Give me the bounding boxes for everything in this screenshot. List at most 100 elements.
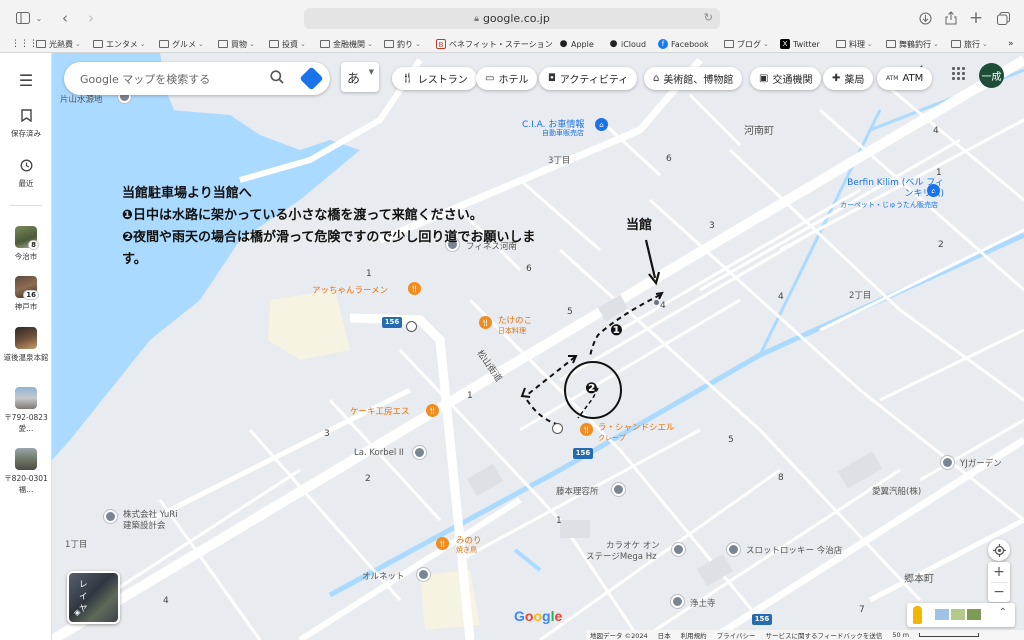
sidebar-toggle-icon[interactable]: [14, 8, 32, 28]
bookmark-folder[interactable]: 金融機関 ⌄: [320, 37, 373, 51]
back-icon[interactable]: ‹: [58, 8, 72, 28]
saved-button[interactable]: 保存済み: [0, 109, 52, 139]
menu-icon[interactable]: ☰: [0, 71, 52, 90]
bookmark-site[interactable]: X Twitter: [780, 37, 820, 51]
chip-transit[interactable]: ▣ 交通機関: [750, 67, 822, 90]
poi-name[interactable]: ケーキ工房エス: [350, 405, 410, 417]
poi-name[interactable]: 愛翼汽船(株): [872, 485, 921, 497]
poi-marker[interactable]: [671, 595, 684, 608]
restaurant-marker[interactable]: 🍴︎: [479, 316, 492, 329]
bus-stop-icon[interactable]: [552, 423, 563, 434]
bookmark-folder[interactable]: 舞鶴釣行 ⌄: [886, 37, 939, 51]
footer-country[interactable]: 日本: [658, 630, 671, 640]
poi-name[interactable]: 藤本理容所: [556, 485, 599, 497]
bookmark-site[interactable]: ● iCloud: [609, 37, 647, 51]
recent-place-dogo[interactable]: 道後温泉本館: [0, 327, 52, 363]
poi-name[interactable]: Berfin Kilim (ベル フィンキリム): [844, 178, 944, 200]
recent-place-kobe[interactable]: 16 神戸市: [0, 276, 52, 312]
poi-marker[interactable]: [612, 483, 625, 496]
bookmark-folder[interactable]: 旅行 ⌄: [951, 37, 988, 51]
imagery-thumb[interactable]: [935, 609, 949, 620]
chip-hotel[interactable]: ▭ ホテル: [476, 67, 538, 90]
poi-name[interactable]: オルネット: [362, 570, 405, 582]
cafe-marker[interactable]: 🍴︎: [426, 404, 439, 417]
poi-name[interactable]: アッちゃんラーメン: [312, 284, 388, 296]
expand-up-icon[interactable]: ⌃: [999, 607, 1007, 618]
bookmark-folder[interactable]: 買物 ⌄: [218, 37, 255, 51]
share-icon[interactable]: [943, 8, 959, 28]
download-icon[interactable]: [917, 8, 933, 28]
footer-terms[interactable]: 利用規約: [681, 630, 707, 640]
bookmarks-overflow-icon[interactable]: »: [1008, 37, 1014, 51]
bus-stop-icon[interactable]: [406, 321, 417, 332]
bookmarks-grid-icon[interactable]: ⋮⋮⋮: [11, 37, 38, 51]
chip-atm[interactable]: ATM ATM: [877, 67, 933, 90]
poi-name[interactable]: ラ・シャンドシエル: [598, 421, 675, 433]
search-icon[interactable]: [270, 70, 284, 88]
poi-name[interactable]: たけのこ: [498, 314, 532, 326]
recent-place-820[interactable]: 〒820-0301 福...: [0, 448, 52, 495]
restaurant-marker[interactable]: 🍴︎: [408, 282, 421, 295]
tab-overview-icon[interactable]: [995, 8, 1011, 28]
poi-name[interactable]: YJガーデン: [960, 457, 1002, 469]
poi-marker[interactable]: [941, 456, 954, 469]
scale-label[interactable]: 50 m: [892, 631, 909, 639]
poi-name[interactable]: スロットロッキー 今治店: [746, 544, 842, 556]
poi-name[interactable]: 浄土寺: [690, 597, 716, 609]
poi-marker[interactable]: [413, 446, 426, 459]
bookmark-folder[interactable]: ブログ ⌄: [724, 37, 769, 51]
forward-icon[interactable]: ›: [84, 8, 98, 28]
bookmark-folder[interactable]: 釣り ⌄: [384, 37, 421, 51]
bookmark-site[interactable]: B ベネフィット・ステーション: [436, 37, 553, 51]
search-input[interactable]: Google マップを検索する: [80, 71, 210, 87]
directions-icon[interactable]: [299, 66, 324, 91]
chip-restaurant[interactable]: 🍴︎ レストラン: [392, 67, 477, 90]
bookmark-site[interactable]: f Facebook: [658, 37, 709, 51]
chip-museum[interactable]: ⌂ 美術館、博物館: [644, 67, 743, 90]
place-thumbnail: 8: [15, 226, 39, 250]
bookmark-folder[interactable]: 光熱費 ⌄: [36, 37, 81, 51]
my-location-button[interactable]: [988, 539, 1010, 561]
poi-marker[interactable]: [672, 543, 685, 556]
recent-place-imabari[interactable]: 8 今治市: [0, 226, 52, 262]
folder-icon: [159, 40, 169, 48]
address-bar[interactable]: 🔒︎ google.co.jp ↻: [304, 8, 720, 29]
recent-place-792[interactable]: 〒792-0823 愛...: [0, 387, 52, 434]
poi-marker[interactable]: [727, 543, 740, 556]
input-method-button[interactable]: あ ▼: [341, 62, 379, 92]
pegman-icon[interactable]: [913, 606, 922, 624]
new-tab-icon[interactable]: +: [968, 8, 984, 28]
chip-activity[interactable]: ◘ アクティビティ: [539, 67, 638, 90]
map-canvas[interactable]: 片山水源地 河南町 3丁目 2丁目 1丁目 郷本町 松山街道 4 4 1 6 3…: [52, 53, 1024, 640]
poi-car-dealer-marker[interactable]: ⌂: [595, 118, 608, 131]
imagery-thumb[interactable]: [951, 609, 965, 620]
bookmark-site[interactable]: ● Apple: [559, 37, 594, 51]
account-avatar[interactable]: 一成: [979, 63, 1004, 88]
bookmark-folder[interactable]: グルメ ⌄: [159, 37, 204, 51]
cafe-marker[interactable]: 🍴︎: [580, 423, 593, 436]
chip-pharmacy[interactable]: ✚ 薬局: [823, 67, 874, 90]
poi-marker[interactable]: [417, 568, 430, 581]
bookmark-folder[interactable]: 料理 ⌄: [836, 37, 873, 51]
poi-marker[interactable]: [104, 510, 117, 523]
zoom-out-button[interactable]: −: [991, 582, 1007, 602]
search-box[interactable]: Google マップを検索する: [64, 62, 330, 95]
google-apps-icon[interactable]: [952, 67, 966, 81]
sidebar-menu-chevron-icon[interactable]: ⌄: [34, 8, 44, 28]
zoom-in-button[interactable]: +: [993, 562, 1005, 582]
recent-button[interactable]: 最近: [0, 159, 52, 189]
imagery-thumb[interactable]: [967, 609, 981, 620]
map-data-credit[interactable]: 地図データ ©2024: [590, 630, 648, 640]
reload-icon[interactable]: ↻: [704, 11, 713, 24]
restaurant-marker[interactable]: 🍴︎: [436, 537, 449, 550]
layers-button[interactable]: ◈ レイヤ: [67, 571, 120, 624]
place-label: 神戸市: [14, 302, 38, 311]
poi-name[interactable]: La. Korbel II: [354, 448, 404, 458]
street-view-strip[interactable]: ⌃: [907, 603, 1015, 627]
footer-privacy[interactable]: プライバシー: [717, 630, 756, 640]
footer-feedback[interactable]: サービスに関するフィードバックを送信: [765, 630, 882, 640]
bookmark-folder[interactable]: 投資 ⌄: [269, 37, 306, 51]
direction-annotation: 当館駐車場より当館へ ❶日中は水路に架かっている小さな橋を渡って来館ください。 …: [122, 183, 542, 271]
bookmark-folder[interactable]: エンタメ ⌄: [93, 37, 146, 51]
block-number: 3: [324, 429, 330, 439]
